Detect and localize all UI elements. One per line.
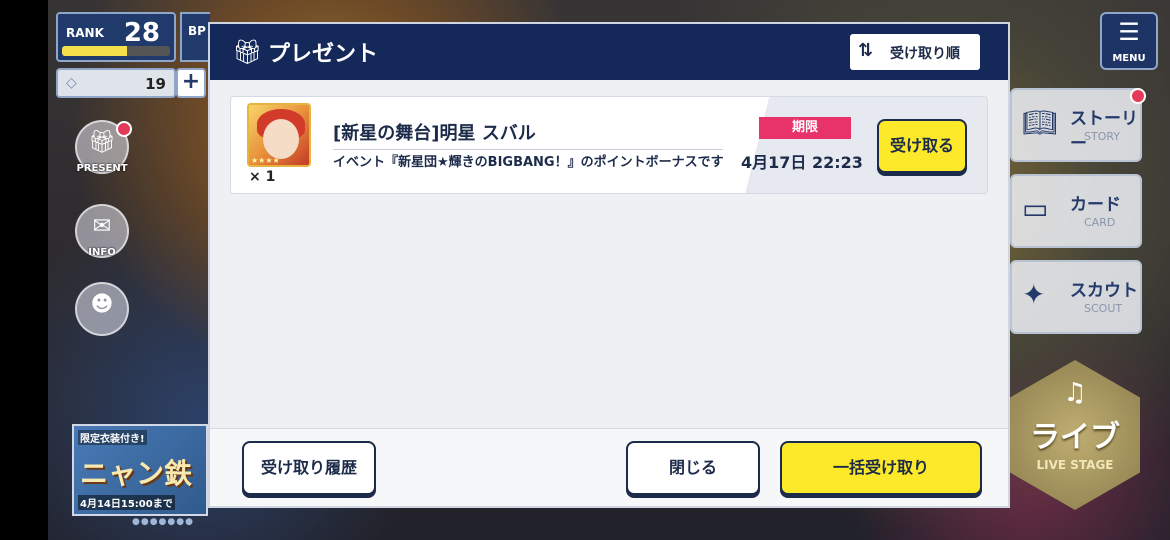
present-item: ★★★★ × 1 [新星の舞台]明星 スバル イベント『新星団★輝きのBIGBA… (230, 96, 988, 194)
gem-panel: ◇ 19 (56, 68, 176, 98)
info-label: INFO (88, 247, 116, 258)
history-button[interactable]: 受け取り履歴 (242, 441, 376, 495)
avatar-icon: ☻ (90, 292, 114, 317)
banner-date: 4月14日15:00まで (78, 495, 175, 510)
item-quantity: × 1 (249, 169, 276, 185)
event-banner[interactable]: 限定衣装付き! ニャン鉄 4月14日15:00まで (72, 424, 208, 516)
present-list[interactable]: ★★★★ × 1 [新星の舞台]明星 スバル イベント『新星団★輝きのBIGBA… (210, 80, 1008, 428)
close-button[interactable]: 閉じる (626, 441, 760, 495)
receive-button[interactable]: 受け取る (877, 119, 967, 173)
sort-arrows-icon: ⇅ (858, 40, 874, 61)
info-button[interactable]: ✉ INFO (75, 204, 129, 258)
item-divider (333, 149, 723, 150)
deadline-badge: 期限 (759, 117, 851, 139)
dialog-title: プレゼント (268, 42, 379, 67)
rank-value: 28 (123, 18, 160, 48)
live-sublabel: LIVE STAGE (1036, 458, 1114, 472)
item-name: [新星の舞台]明星 スバル (333, 123, 536, 144)
card-label: カード (1070, 195, 1121, 215)
story-sublabel: STORY (1084, 130, 1121, 143)
scout-label: スカウト (1070, 281, 1138, 301)
card-thumbnail[interactable]: ★★★★ (247, 103, 311, 167)
diamond-icon: ◇ (66, 75, 77, 91)
sort-button[interactable]: ⇅ 受け取り順 (850, 34, 980, 70)
rank-progress-fill (62, 46, 127, 56)
item-description: イベント『新星団★輝きのBIGBANG！』のポイントボーナスです (333, 155, 724, 170)
sparkle-icon: ✦ (1022, 278, 1046, 311)
gem-value: 19 (145, 75, 166, 93)
banner-title: ニャン鉄 (80, 457, 193, 490)
receive-all-button[interactable]: 一括受け取り (780, 441, 982, 495)
story-label: ストーリー (1070, 109, 1138, 154)
character-switch-button[interactable]: ☻ (75, 282, 129, 336)
deadline-value: 4月17日 22:23 (741, 153, 863, 172)
mail-icon: ✉ (92, 214, 112, 239)
thumbnail-face (263, 119, 299, 159)
card-sublabel: CARD (1084, 216, 1116, 229)
bp-label: BP (188, 24, 206, 38)
rank-label: RANK (66, 26, 104, 40)
rank-progress-bar (62, 46, 170, 56)
book-icon: 📖︎ (1022, 106, 1058, 139)
present-label: PRESENT (76, 163, 128, 174)
bp-panel: BP (180, 12, 210, 62)
sort-label: 受け取り順 (890, 46, 960, 62)
rank-panel: RANK 28 (56, 12, 176, 62)
notification-dot (1130, 88, 1146, 104)
banner-tag: 限定衣装付き! (78, 430, 147, 445)
notification-dot (116, 121, 132, 137)
hamburger-icon: ☰ (1118, 18, 1140, 46)
add-gem-button[interactable]: + (176, 68, 206, 98)
rarity-stars-icon: ★★★★ (251, 156, 280, 165)
menu-button[interactable]: ☰ MENU (1100, 12, 1158, 70)
gift-icon: 🎁︎ (232, 38, 263, 66)
dialog-footer: 受け取り履歴 閉じる 一括受け取り (210, 428, 1008, 506)
card-button[interactable]: ▭ カード CARD (1010, 174, 1142, 248)
dialog-header: 🎁︎ プレゼント ⇅ 受け取り順 (210, 24, 1008, 80)
menu-label: MENU (1112, 53, 1146, 64)
banner-page-dots[interactable]: ●●●●●●● (132, 517, 194, 527)
card-icon: ▭ (1022, 192, 1049, 225)
story-button[interactable]: 📖︎ ストーリー STORY (1010, 88, 1142, 162)
scout-sublabel: SCOUT (1084, 302, 1123, 315)
scout-button[interactable]: ✦ スカウト SCOUT (1010, 260, 1142, 334)
present-dialog: 🎁︎ プレゼント ⇅ 受け取り順 ★★★★ × 1 [新星の舞台]明星 スバル … (208, 22, 1010, 508)
live-label: ライブ (1030, 420, 1120, 455)
left-black-bar (0, 0, 48, 540)
